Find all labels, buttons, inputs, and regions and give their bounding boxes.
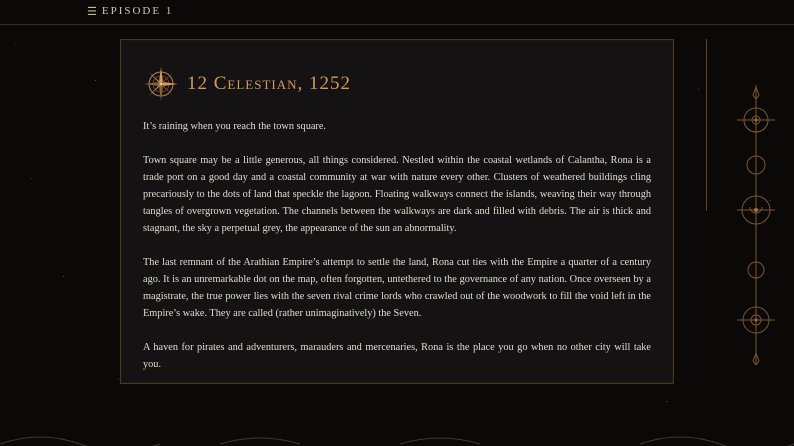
hamburger-menu-icon[interactable]: ☰ <box>87 6 97 17</box>
side-divider <box>706 39 707 211</box>
entry-header: 12 Celestian, 1252 <box>143 64 651 104</box>
entry-paragraph: A haven for pirates and adventurers, mar… <box>143 342 651 370</box>
entry-date-title: 12 Celestian, 1252 <box>187 73 352 94</box>
bottom-ornament-border <box>0 436 794 446</box>
entry-paragraph: Town square may be a little generous, al… <box>143 155 651 234</box>
entry-paragraph: The last remnant of the Arathian Empire’… <box>143 257 651 319</box>
top-bar: ☰ EPISODE 1 <box>0 0 794 25</box>
entry-paragraph: It’s raining when you reach the town squ… <box>143 121 327 132</box>
episode-label: EPISODE 1 <box>101 5 174 17</box>
journal-panel: 12 Celestian, 1252 It’s raining when you… <box>120 39 674 384</box>
episode-menu-button[interactable]: ☰ EPISODE 1 <box>87 3 173 19</box>
compass-rose-icon <box>144 67 178 101</box>
entry-body: It’s raining when you reach the town squ… <box>143 118 651 373</box>
celestial-ornament-icon <box>737 85 775 365</box>
